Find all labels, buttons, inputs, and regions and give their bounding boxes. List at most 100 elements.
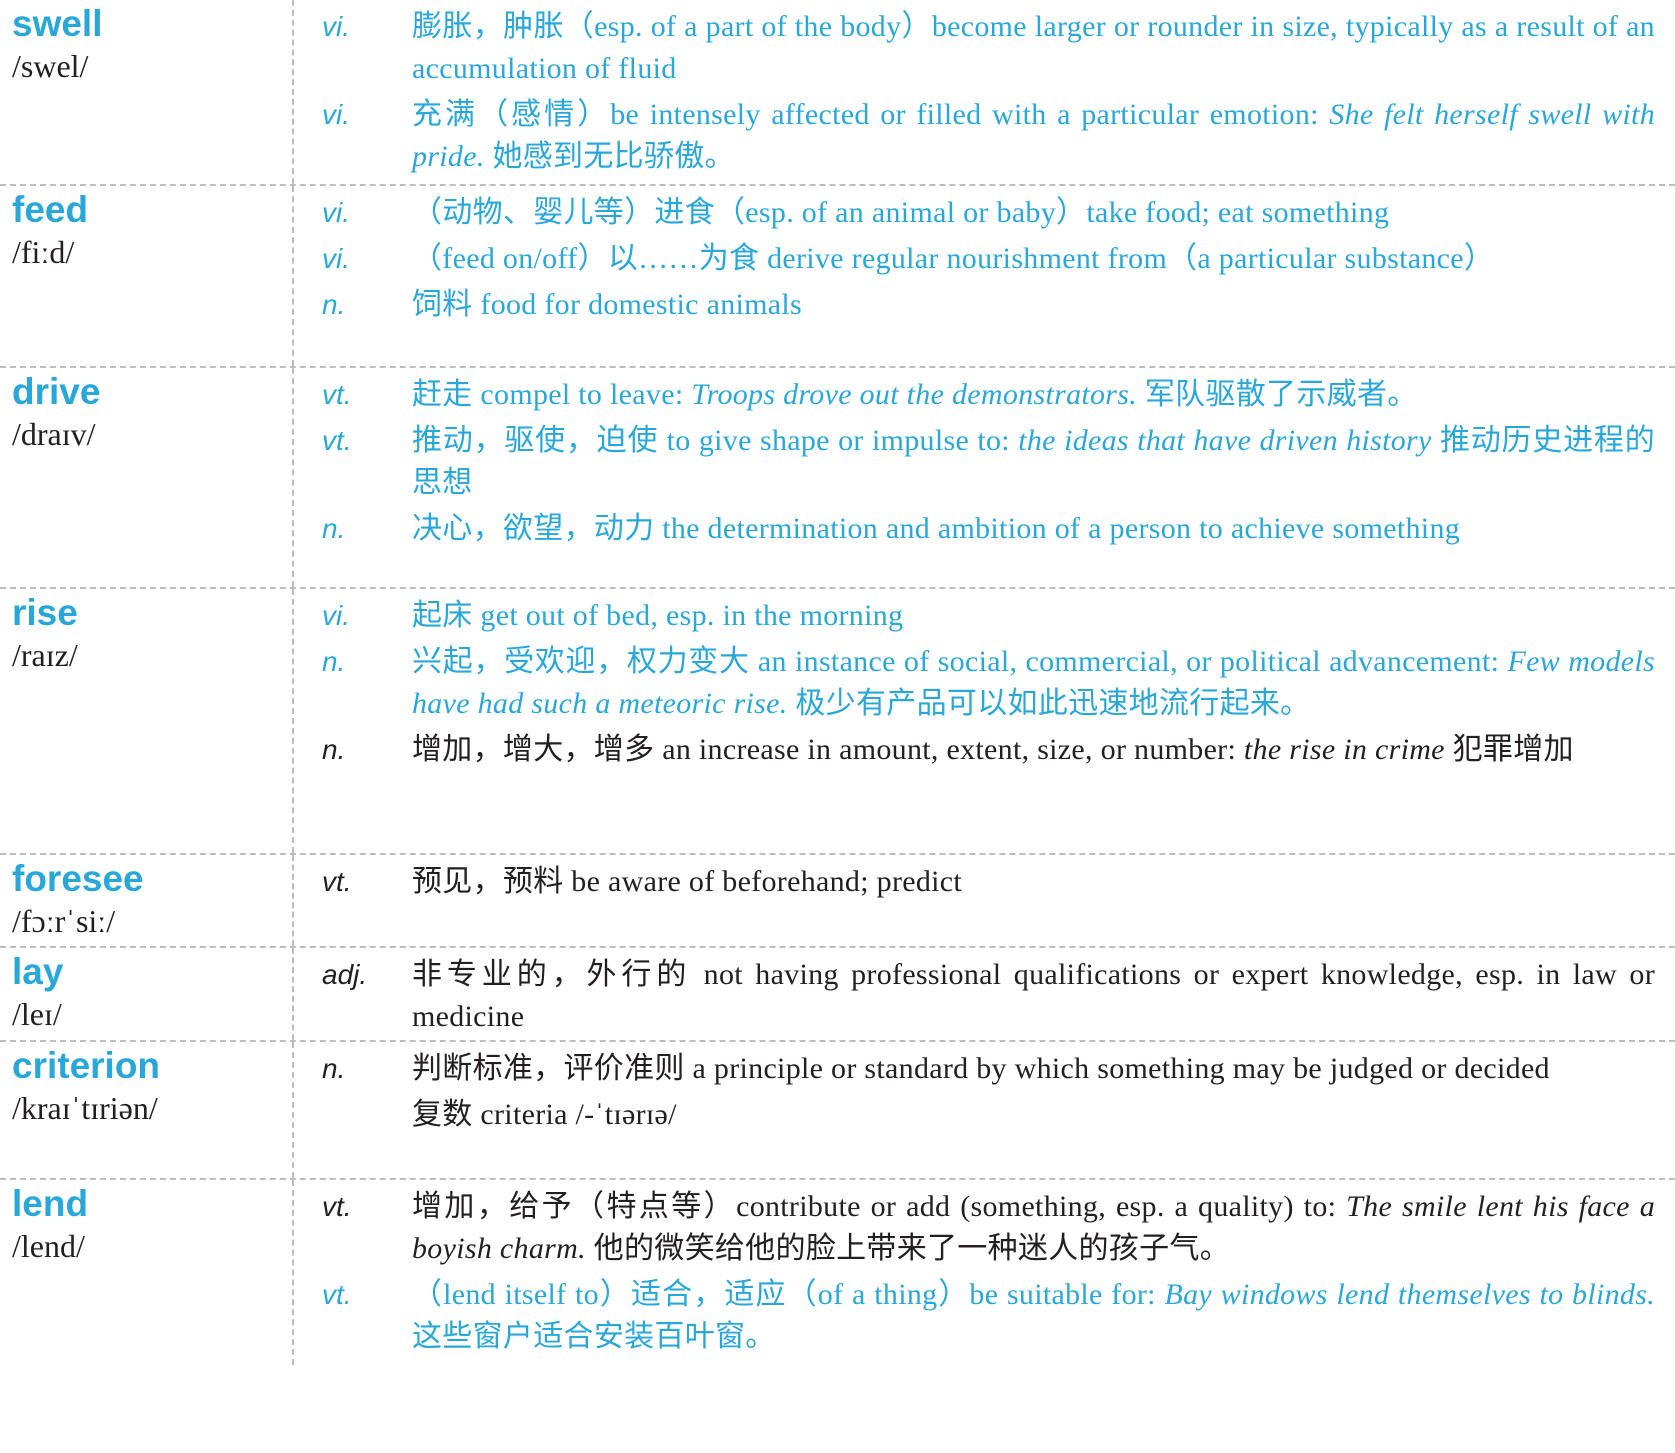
example-sentence: Troops drove out the demonstrators. xyxy=(691,378,1138,411)
entry-foresee: foresee/fɔːrˈsiː/vt. 预见，预料 be aware of be… xyxy=(0,855,1675,948)
glossary-table: swell/swel/vi. 膨胀，肿胀（esp. of a part of th… xyxy=(0,0,1675,1365)
senses-cell: n. 判断标准，评价准则 a principle or standard by w… xyxy=(294,1042,1675,1178)
sense: vt. 赶走 compel to leave: Troops drove out … xyxy=(294,374,1655,416)
phonetic: /lend/ xyxy=(12,1228,85,1264)
entry-criterion: criterion/kraɪˈtɪriən/n. 判断标准，评价准则 a prin… xyxy=(0,1042,1675,1180)
part-of-speech: vt. xyxy=(322,1279,352,1310)
definition-text: 兴起，受欢迎，权力变大 an instance of social, comme… xyxy=(412,645,1508,678)
definition-text: 起床 get out of bed, esp. in the morning xyxy=(412,599,904,632)
headword: foresee xyxy=(12,858,144,899)
headword-cell: lend/lend/ xyxy=(0,1180,294,1365)
headword-cell: foresee/fɔːrˈsiː/ xyxy=(0,855,294,946)
definition-text: 增加，增大，增多 an increase in amount, extent, … xyxy=(412,733,1244,766)
part-of-speech: n. xyxy=(322,513,346,544)
example-translation: 犯罪增加 xyxy=(1444,733,1574,766)
phonetic: /fiːd/ xyxy=(12,234,75,270)
senses-cell: vi. 膨胀，肿胀（esp. of a part of the body）beco… xyxy=(294,0,1675,184)
entry-lend: lend/lend/vt. 增加，给予（特点等）contribute or add… xyxy=(0,1180,1675,1365)
example-translation: 这些窗户适合安装百叶窗。 xyxy=(412,1320,776,1353)
phonetic: /draɪv/ xyxy=(12,416,96,452)
senses-cell: vi. 起床 get out of bed, esp. in the mornin… xyxy=(294,589,1675,853)
headword-cell: lay/leɪ/ xyxy=(0,948,294,1040)
part-of-speech: n. xyxy=(322,646,346,677)
senses-cell: adj. 非专业的，外行的 not having professional qua… xyxy=(294,948,1675,1040)
headword: lend xyxy=(12,1183,89,1224)
definition-text: 增加，给予（特点等）contribute or add (something, … xyxy=(412,1190,1347,1223)
sense: vi. 起床 get out of bed, esp. in the mornin… xyxy=(294,595,1655,637)
example-sentence: the ideas that have driven history xyxy=(1018,424,1432,457)
sense: n. 增加，增大，增多 an increase in amount, extent… xyxy=(294,729,1655,771)
definition: 膨胀，肿胀（esp. of a part of the body）become … xyxy=(412,6,1655,90)
part-of-speech: vi. xyxy=(322,11,350,42)
sense: vt. （lend itself to）适合，适应（of a thing）be s… xyxy=(294,1274,1655,1358)
definition-text: 非专业的，外行的 not having professional qualifi… xyxy=(412,958,1655,1033)
definition-text: 预见，预料 be aware of beforehand; predict xyxy=(412,865,963,898)
part-of-speech: vt. xyxy=(322,425,352,456)
sense: vi. 充满（感情）be intensely affected or filled… xyxy=(294,94,1655,178)
sense: n. 兴起，受欢迎，权力变大 an instance of social, com… xyxy=(294,641,1655,725)
headword: rise xyxy=(12,592,78,633)
part-of-speech: vi. xyxy=(322,99,350,130)
part-of-speech: vt. xyxy=(322,379,352,410)
definition-text: 判断标准，评价准则 a principle or standard by whi… xyxy=(412,1052,1550,1085)
headword: feed xyxy=(12,189,89,230)
example-sentence: Bay windows lend themselves to blinds. xyxy=(1164,1278,1655,1311)
entry-feed: feed/fiːd/vi. （动物、婴儿等）进食（esp. of an anima… xyxy=(0,186,1675,368)
headword-cell: criterion/kraɪˈtɪriən/ xyxy=(0,1042,294,1178)
part-of-speech xyxy=(294,1094,412,1136)
headword-cell: rise/raɪz/ xyxy=(0,589,294,853)
sense: vi. （动物、婴儿等）进食（esp. of an animal or baby）… xyxy=(294,192,1655,234)
example-sentence: the rise in crime xyxy=(1243,733,1445,766)
part-of-speech: n. xyxy=(322,1053,346,1084)
definition-text: 膨胀，肿胀（esp. of a part of the body）become … xyxy=(412,10,1655,85)
sense: vt. 推动，驱使，迫使 to give shape or impulse to:… xyxy=(294,420,1655,504)
part-of-speech: n. xyxy=(322,734,346,765)
definition-text: 充满（感情）be intensely affected or filled wi… xyxy=(412,98,1330,131)
definition: 增加，增大，增多 an increase in amount, extent, … xyxy=(412,729,1655,771)
headword: lay xyxy=(12,951,64,992)
part-of-speech: vt. xyxy=(322,866,352,897)
example-translation: 极少有产品可以如此迅速地流行起来。 xyxy=(787,687,1311,720)
part-of-speech: vi. xyxy=(322,243,350,274)
phonetic: /raɪz/ xyxy=(12,637,78,673)
definition: （lend itself to）适合，适应（of a thing）be suit… xyxy=(412,1274,1655,1358)
sense: n. 饲料 food for domestic animals xyxy=(294,284,1655,326)
phonetic: /leɪ/ xyxy=(12,996,62,1032)
entry-swell: swell/swel/vi. 膨胀，肿胀（esp. of a part of th… xyxy=(0,0,1675,186)
definition: 饲料 food for domestic animals xyxy=(412,284,1655,326)
part-of-speech: vt. xyxy=(322,1191,352,1222)
definition: 增加，给予（特点等）contribute or add (something, … xyxy=(412,1186,1655,1270)
definition: 赶走 compel to leave: Troops drove out the… xyxy=(412,374,1655,416)
definition-text: （feed on/off）以……为食 derive regular nouris… xyxy=(412,242,1495,275)
headword: drive xyxy=(12,371,101,412)
headword-cell: feed/fiːd/ xyxy=(0,186,294,366)
example-translation: 他的微笑给他的脸上带来了一种迷人的孩子气。 xyxy=(585,1232,1230,1265)
definition: 非专业的，外行的 not having professional qualifi… xyxy=(412,954,1655,1038)
part-of-speech: n. xyxy=(322,289,346,320)
sense: vi. （feed on/off）以……为食 derive regular nou… xyxy=(294,238,1655,280)
phonetic: /kraɪˈtɪriən/ xyxy=(12,1090,158,1126)
senses-cell: vt. 预见，预料 be aware of beforehand; predict xyxy=(294,855,1675,946)
part-of-speech: vi. xyxy=(322,600,350,631)
sense: vt. 预见，预料 be aware of beforehand; predict xyxy=(294,861,1655,903)
sense: n. 决心，欲望，动力 the determination and ambitio… xyxy=(294,508,1655,550)
definition: 复数 criteria /-ˈtɪərɪə/ xyxy=(412,1094,1655,1136)
phonetic: /fɔːrˈsiː/ xyxy=(12,903,116,939)
definition: 起床 get out of bed, esp. in the morning xyxy=(412,595,1655,637)
sense: 复数 criteria /-ˈtɪərɪə/ xyxy=(294,1094,1655,1136)
sense: n. 判断标准，评价准则 a principle or standard by w… xyxy=(294,1048,1655,1090)
definition-text: 饲料 food for domestic animals xyxy=(412,288,802,321)
definition-text: 复数 criteria /-ˈtɪərɪə/ xyxy=(412,1098,677,1131)
definition-text: （动物、婴儿等）进食（esp. of an animal or baby）tak… xyxy=(412,196,1390,229)
part-of-speech: adj. xyxy=(322,959,368,990)
senses-cell: vt. 赶走 compel to leave: Troops drove out … xyxy=(294,368,1675,587)
definition-text: （lend itself to）适合，适应（of a thing）be suit… xyxy=(412,1278,1165,1311)
example-translation: 她感到无比骄傲。 xyxy=(484,140,735,173)
entry-drive: drive/draɪv/vt. 赶走 compel to leave: Troop… xyxy=(0,368,1675,589)
example-translation: 军队驱散了示威者。 xyxy=(1137,378,1418,411)
sense: adj. 非专业的，外行的 not having professional qua… xyxy=(294,954,1655,1038)
definition: 兴起，受欢迎，权力变大 an instance of social, comme… xyxy=(412,641,1655,725)
definition-text: 赶走 compel to leave: xyxy=(412,378,692,411)
senses-cell: vt. 增加，给予（特点等）contribute or add (somethin… xyxy=(294,1180,1675,1365)
definition: （动物、婴儿等）进食（esp. of an animal or baby）tak… xyxy=(412,192,1655,234)
